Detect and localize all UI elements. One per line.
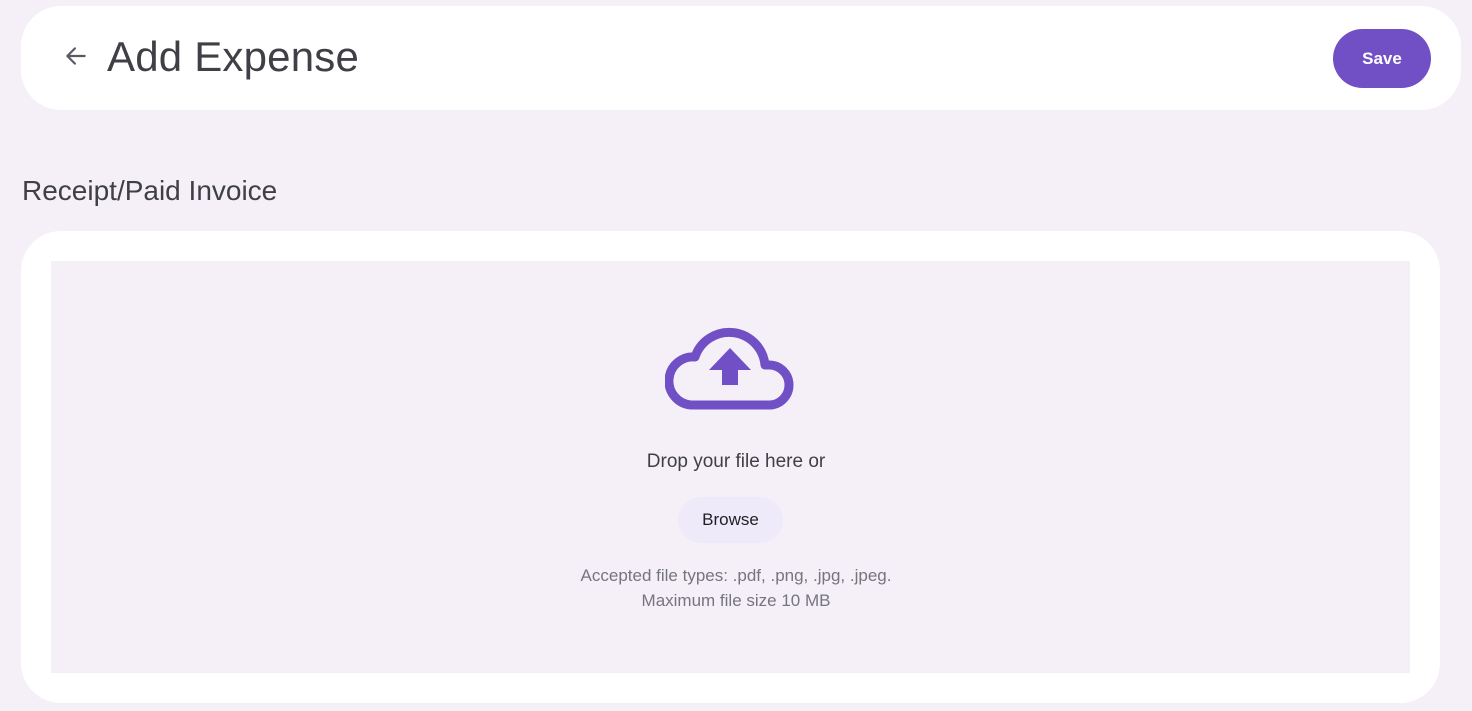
save-button[interactable]: Save (1333, 29, 1431, 88)
section-title: Receipt/Paid Invoice (22, 175, 278, 206)
arrow-left-icon (66, 47, 86, 65)
cloud-upload-icon (665, 327, 794, 410)
accepted-file-types: Accepted file types: .pdf, .png, .jpg, .… (580, 566, 892, 585)
page-title: Add Expense (107, 33, 360, 80)
browse-button[interactable]: Browse (678, 497, 783, 543)
max-file-size: Maximum file size 10 MB (641, 591, 831, 610)
back-button[interactable] (60, 40, 92, 72)
drop-instruction: Drop your file here or (646, 451, 826, 472)
